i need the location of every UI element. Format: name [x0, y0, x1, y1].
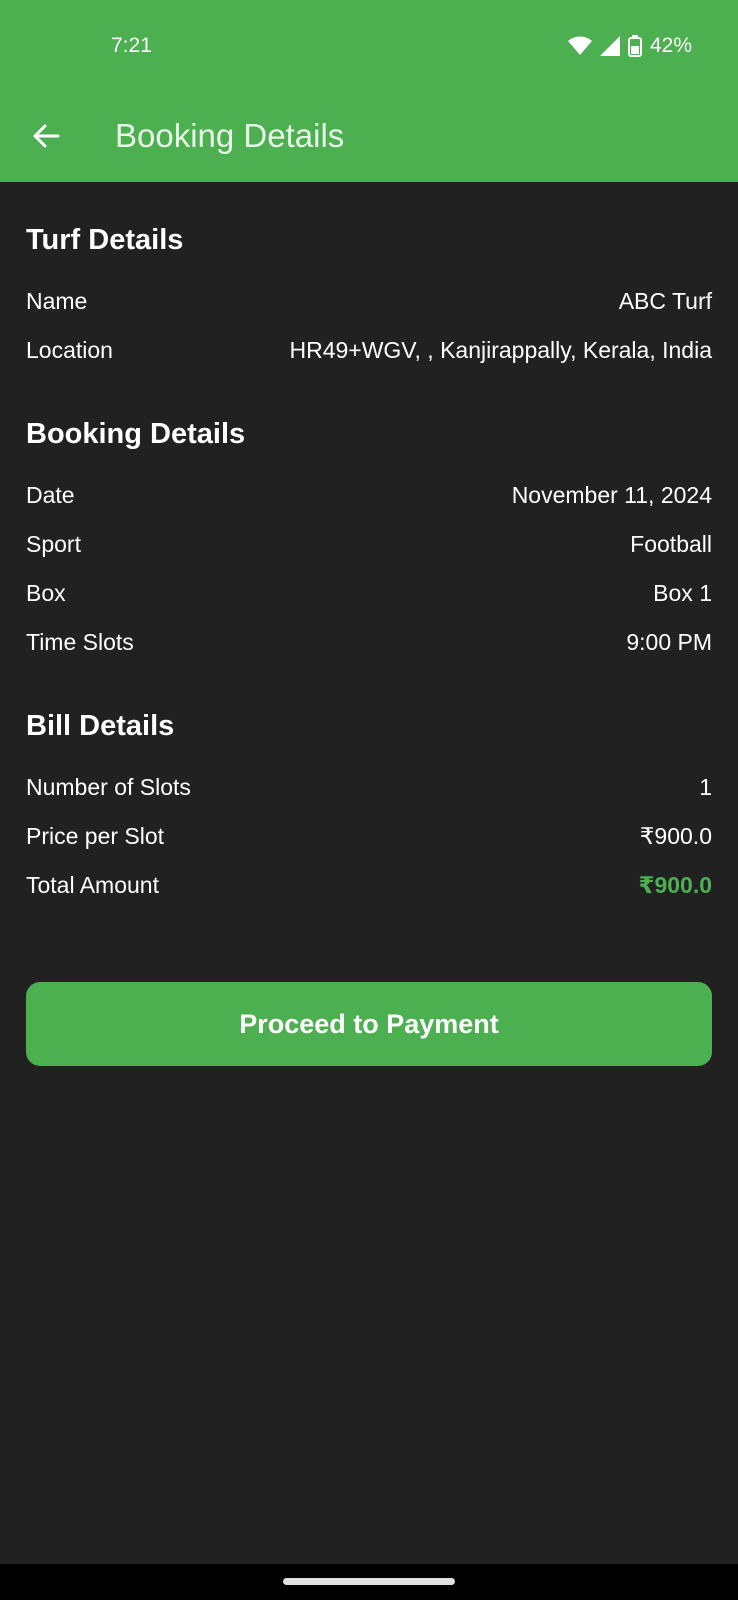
booking-timeslots-label: Time Slots	[26, 629, 134, 655]
booking-date-row: Date November 11, 2024	[26, 471, 712, 520]
turf-name-row: Name ABC Turf	[26, 277, 712, 326]
turf-location-value: HR49+WGV, , Kanjirappally, Kerala, India	[289, 337, 712, 363]
bill-total-value: ₹900.0	[638, 872, 712, 898]
booking-box-value: Box 1	[653, 580, 712, 606]
bill-slots-label: Number of Slots	[26, 774, 191, 800]
signal-icon	[599, 36, 620, 56]
booking-sport-row: Sport Football	[26, 520, 712, 569]
bill-price-row: Price per Slot ₹900.0	[26, 812, 712, 861]
status-time: 7:21	[111, 34, 152, 57]
booking-sport-value: Football	[630, 531, 712, 557]
app-bar: 7:21 42% Booking Details	[0, 0, 738, 182]
bill-slots-row: Number of Slots 1	[26, 763, 712, 812]
turf-location-row: Location HR49+WGV, , Kanjirappally, Kera…	[26, 326, 712, 375]
proceed-to-payment-button[interactable]: Proceed to Payment	[26, 982, 712, 1066]
booking-box-label: Box	[26, 580, 66, 606]
bill-price-value: ₹900.0	[639, 823, 712, 849]
turf-location-label: Location	[26, 337, 113, 363]
booking-date-label: Date	[26, 482, 75, 508]
turf-details-heading: Turf Details	[26, 224, 184, 256]
wifi-icon	[567, 36, 592, 56]
home-indicator[interactable]	[283, 1578, 455, 1585]
booking-timeslots-row: Time Slots 9:00 PM	[26, 618, 712, 667]
battery-icon	[627, 35, 642, 57]
back-button[interactable]	[28, 118, 64, 154]
system-nav-bar	[0, 1564, 738, 1600]
bill-price-label: Price per Slot	[26, 823, 165, 849]
turf-name-label: Name	[26, 288, 88, 314]
page-title: Booking Details	[115, 117, 345, 154]
bill-total-row: Total Amount ₹900.0	[26, 861, 712, 910]
bill-slots-value: 1	[699, 774, 712, 800]
bill-details-heading: Bill Details	[26, 710, 175, 742]
booking-details-heading: Booking Details	[26, 418, 246, 450]
turf-name-value: ABC Turf	[618, 288, 712, 314]
booking-date-value: November 11, 2024	[511, 482, 712, 508]
arrow-left-icon	[33, 124, 60, 148]
status-icons: 42%	[567, 34, 692, 58]
booking-timeslots-value: 9:00 PM	[626, 629, 712, 655]
bill-total-label: Total Amount	[26, 872, 159, 898]
battery-percent: 42%	[649, 34, 692, 57]
booking-box-row: Box Box 1	[26, 569, 712, 618]
details-content: Turf Details Name ABC Turf Location HR49…	[26, 182, 712, 910]
booking-sport-label: Sport	[26, 531, 81, 557]
